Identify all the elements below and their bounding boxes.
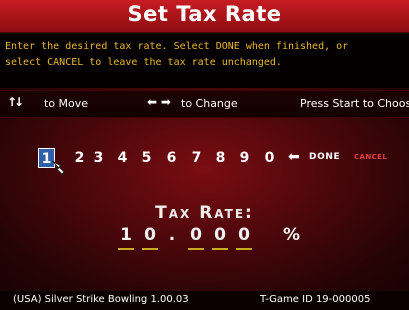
key-digit-6[interactable]: 6 (163, 148, 180, 168)
left-right-arrows-icon: ⬅ ➡ (147, 95, 171, 109)
title-bar: Set Tax Rate (0, 0, 409, 33)
rate-digit-4: 0 (212, 222, 228, 250)
key-digit-5[interactable]: 5 (138, 148, 155, 168)
percent-sign: % (283, 225, 301, 245)
cancel-button[interactable]: CANCEL (354, 153, 387, 161)
footer-bar: (USA) Silver Strike Bowling 1.00.03 T-Ga… (0, 291, 409, 310)
rate-digit-3: 0 (188, 222, 204, 250)
rate-decimal-point: . (168, 225, 176, 245)
page-title: Set Tax Rate (127, 2, 282, 26)
key-digit-9[interactable]: 9 (236, 148, 253, 168)
tax-rate-value: 1 0 . 0 0 0 % (0, 222, 409, 252)
key-digit-0[interactable]: 0 (261, 148, 278, 168)
game-version: (USA) Silver Strike Bowling 1.00.03 (13, 294, 189, 305)
key-digit-8[interactable]: 8 (212, 148, 229, 168)
key-digit-3[interactable]: 3 (90, 148, 107, 168)
start-hint: Press Start to Choose (300, 97, 409, 110)
rate-digit-2: 0 (142, 222, 158, 250)
pointer-hand-icon (51, 160, 65, 175)
key-digit-4[interactable]: 4 (114, 148, 131, 168)
left-arrow-icon: ⬅ (288, 149, 300, 165)
controls-hint-bar: ↑↓ to Move ⬅ ➡ to Change Press Start to … (0, 90, 409, 118)
move-hint: to Move (44, 97, 89, 110)
rate-digit-5: 0 (236, 222, 252, 250)
instruction-line-2: select CANCEL to leave the tax rate unch… (5, 57, 282, 68)
game-id: T-Game ID 19-000005 (260, 294, 371, 305)
key-digit-7[interactable]: 7 (188, 148, 205, 168)
done-button[interactable]: DONE (309, 152, 340, 162)
instruction-line-1: Enter the desired tax rate. Select DONE … (5, 41, 349, 52)
key-digit-2[interactable]: 2 (71, 148, 88, 168)
game-operator-screen: Set Tax Rate Enter the desired tax rate.… (0, 0, 409, 310)
change-hint: to Change (181, 97, 238, 110)
rate-digit-1: 1 (118, 222, 134, 250)
tax-rate-label: Tax Rate: (155, 203, 254, 223)
instructions-panel: Enter the desired tax rate. Select DONE … (0, 33, 409, 88)
up-down-arrows-icon: ↑↓ (7, 95, 24, 109)
